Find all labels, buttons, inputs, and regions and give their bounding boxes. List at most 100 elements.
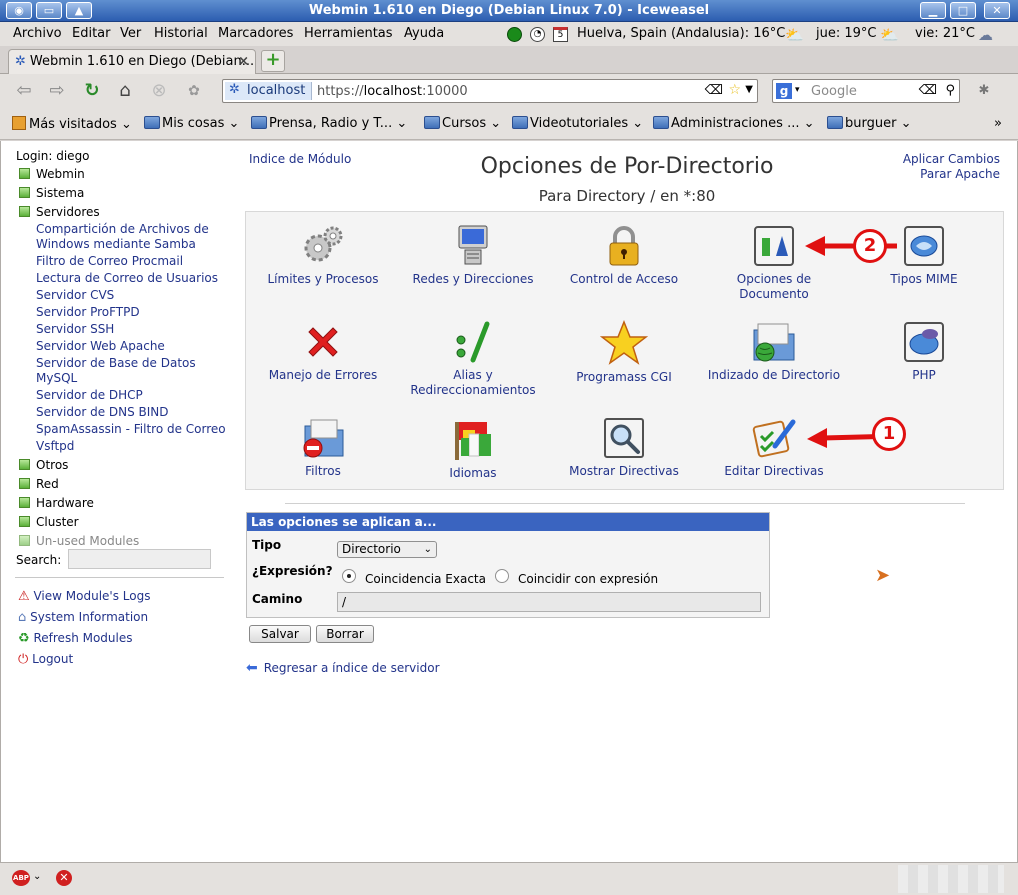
bookmark-prensa[interactable]: Prensa, Radio y T... ⌄ [251,116,407,131]
site-identity-button[interactable]: ✲ localhost [225,82,313,100]
view-logs-link[interactable]: ⚠ View Module's Logs [18,589,150,604]
module-samba[interactable]: Compartición de Archivos de [36,222,209,236]
binoculars-icon[interactable]: ⚲ [945,83,955,98]
module-mysql[interactable]: MySQL [36,371,77,385]
search-engine-icon[interactable]: g [776,83,792,99]
search-engine-dropdown-icon[interactable]: ▾ [795,85,800,95]
stop-icon[interactable]: ⊗ [147,80,171,102]
menu-historial[interactable]: Historial [154,26,208,41]
return-server-index-link[interactable]: ⬅ Regresar a índice de servidor [246,660,440,676]
bookmark-mas-visitados[interactable]: Más visitados ⌄ [12,116,132,132]
radio-exact-match[interactable] [342,569,356,583]
adblock-dropdown-icon[interactable]: ⌄ [33,871,41,882]
window-minimize-button[interactable]: ▁ [920,2,946,19]
calendar-icon[interactable]: 5 [553,27,568,42]
adblock-icon[interactable]: ABP [12,870,30,886]
padlock-icon [609,226,639,266]
radio-regex-label: Coincidir con expresión [518,572,659,586]
menu-ayuda[interactable]: Ayuda [404,26,444,41]
icon-alias-redirecciones[interactable]: Alias y Redireccionamientos [398,320,548,398]
bookmark-burguer[interactable]: burguer ⌄ [827,116,911,131]
module-apache[interactable]: Servidor Web Apache [36,339,165,353]
menu-herramientas[interactable]: Herramientas [304,26,393,41]
radio-regex-match[interactable] [495,569,509,583]
icon-php[interactable]: PHP [849,320,999,383]
module-ssh[interactable]: Servidor SSH [36,322,114,336]
icon-limites-procesos[interactable]: Límites y Procesos [248,224,398,287]
module-search-input[interactable] [68,549,211,569]
category-webmin[interactable]: Webmin [19,167,85,181]
module-cvs[interactable]: Servidor CVS [36,288,114,302]
module-dhcp[interactable]: Servidor de DHCP [36,388,143,402]
window-maximize-button[interactable]: □ [950,2,976,19]
module-bind[interactable]: Servidor de DNS BIND [36,405,169,419]
menu-marcadores[interactable]: Marcadores [218,26,293,41]
tipo-select[interactable]: Directorio ⌄ [337,541,437,558]
category-hardware[interactable]: Hardware [19,496,94,510]
back-icon[interactable]: ⇦ [12,80,36,102]
delete-button[interactable]: Borrar [316,625,374,643]
url-text[interactable]: https://localhost:10000 [317,84,468,99]
category-red[interactable]: Red [19,477,59,491]
tab-webmin[interactable]: ✲ Webmin 1.610 en Diego (Debian... × [8,49,256,74]
weather-now[interactable]: Huelva, Spain (Andalusia): 16°C [577,26,785,41]
bug-icon[interactable]: ✱ [972,80,996,102]
module-spamassassin[interactable]: SpamAssassin - Filtro de Correo [36,422,226,436]
category-servidores[interactable]: Servidores [19,205,100,219]
menu-archivo[interactable]: Archivo [13,26,62,41]
clear-url-icon[interactable]: ⌫ [705,83,723,98]
extension-icon[interactable]: ✿ [182,80,206,102]
new-tab-button[interactable]: + [261,50,285,72]
category-cluster[interactable]: Cluster [19,515,79,529]
logout-link[interactable]: ⏻ Logout [18,652,73,667]
clear-search-icon[interactable]: ⌫ [919,83,937,98]
weather-day2[interactable]: vie: 21°C [915,26,975,41]
bookmarks-overflow-button[interactable]: » [994,116,1002,131]
module-mysql[interactable]: Servidor de Base de Datos [36,356,196,370]
icon-filtros[interactable]: Filtros [248,416,398,479]
module-procmail[interactable]: Filtro de Correo Procmail [36,254,183,268]
bookmark-administraciones[interactable]: Administraciones ... ⌄ [653,116,815,131]
refresh-modules-link[interactable]: ♻ Refresh Modules [18,631,133,646]
category-otros[interactable]: Otros [19,458,68,472]
bookmark-star-icon[interactable]: ☆ [728,82,741,98]
system-information-link[interactable]: ⌂ System Information [18,610,148,625]
camino-input[interactable]: / [337,592,761,612]
icon-control-acceso[interactable]: Control de Acceso [549,224,699,287]
options-icon-grid: Límites y Procesos Redes y Direcciones C… [245,211,1004,490]
category-unused-modules[interactable]: Un-used Modules [19,534,139,548]
menu-editar[interactable]: Editar [72,26,111,41]
module-usermail[interactable]: Lectura de Correo de Usuarios [36,271,218,285]
module-samba[interactable]: Windows mediante Samba [36,237,196,251]
icon-mostrar-directivas[interactable]: Mostrar Directivas [549,416,699,479]
reload-icon[interactable]: ↻ [80,80,104,102]
url-dropdown-icon[interactable]: ▼ [745,84,753,95]
bookmark-cursos[interactable]: Cursos ⌄ [424,116,501,131]
icon-redes-direcciones[interactable]: Redes y Direcciones [398,224,548,287]
home-icon[interactable]: ⌂ [113,80,137,102]
noscript-icon[interactable]: ✕ [56,870,72,886]
url-bar[interactable]: ✲ localhost https://localhost:10000 ⌫ ☆ ▼ [222,79,758,103]
warning-icon: ⚠ [18,589,30,604]
weather-day1[interactable]: jue: 19°C [816,26,876,41]
module-vsftpd[interactable]: Vsftpd [36,439,74,453]
status-led-icon[interactable] [507,27,522,42]
category-sistema[interactable]: Sistema [19,186,84,200]
icon-manejo-errores[interactable]: Manejo de Errores [248,320,398,383]
clock-icon[interactable]: ◔ [530,27,545,42]
module-proftpd[interactable]: Servidor ProFTPD [36,305,140,319]
icon-programas-cgi[interactable]: Programass CGI [549,320,699,385]
search-input[interactable]: Google [811,84,857,99]
save-button[interactable]: Salvar [249,625,311,643]
icon-idiomas[interactable]: Idiomas [398,416,548,481]
back-arrow-icon: ⬅ [246,660,258,676]
search-bar[interactable]: g ▾ Google ⌫ ⚲ [772,79,960,103]
menu-ver[interactable]: Ver [120,26,141,41]
icon-indizado-directorio[interactable]: Indizado de Directorio [699,320,849,383]
tab-close-icon[interactable]: × [238,54,249,69]
forward-icon[interactable]: ⇨ [45,80,69,102]
window-titlebar: ◉ ▭ ▲ Webmin 1.610 en Diego (Debian Linu… [0,0,1018,22]
bookmark-mis-cosas[interactable]: Mis cosas ⌄ [144,116,239,131]
window-close-button[interactable]: ✕ [984,2,1010,19]
bookmark-videotutoriales[interactable]: Videotutoriales ⌄ [512,116,643,131]
